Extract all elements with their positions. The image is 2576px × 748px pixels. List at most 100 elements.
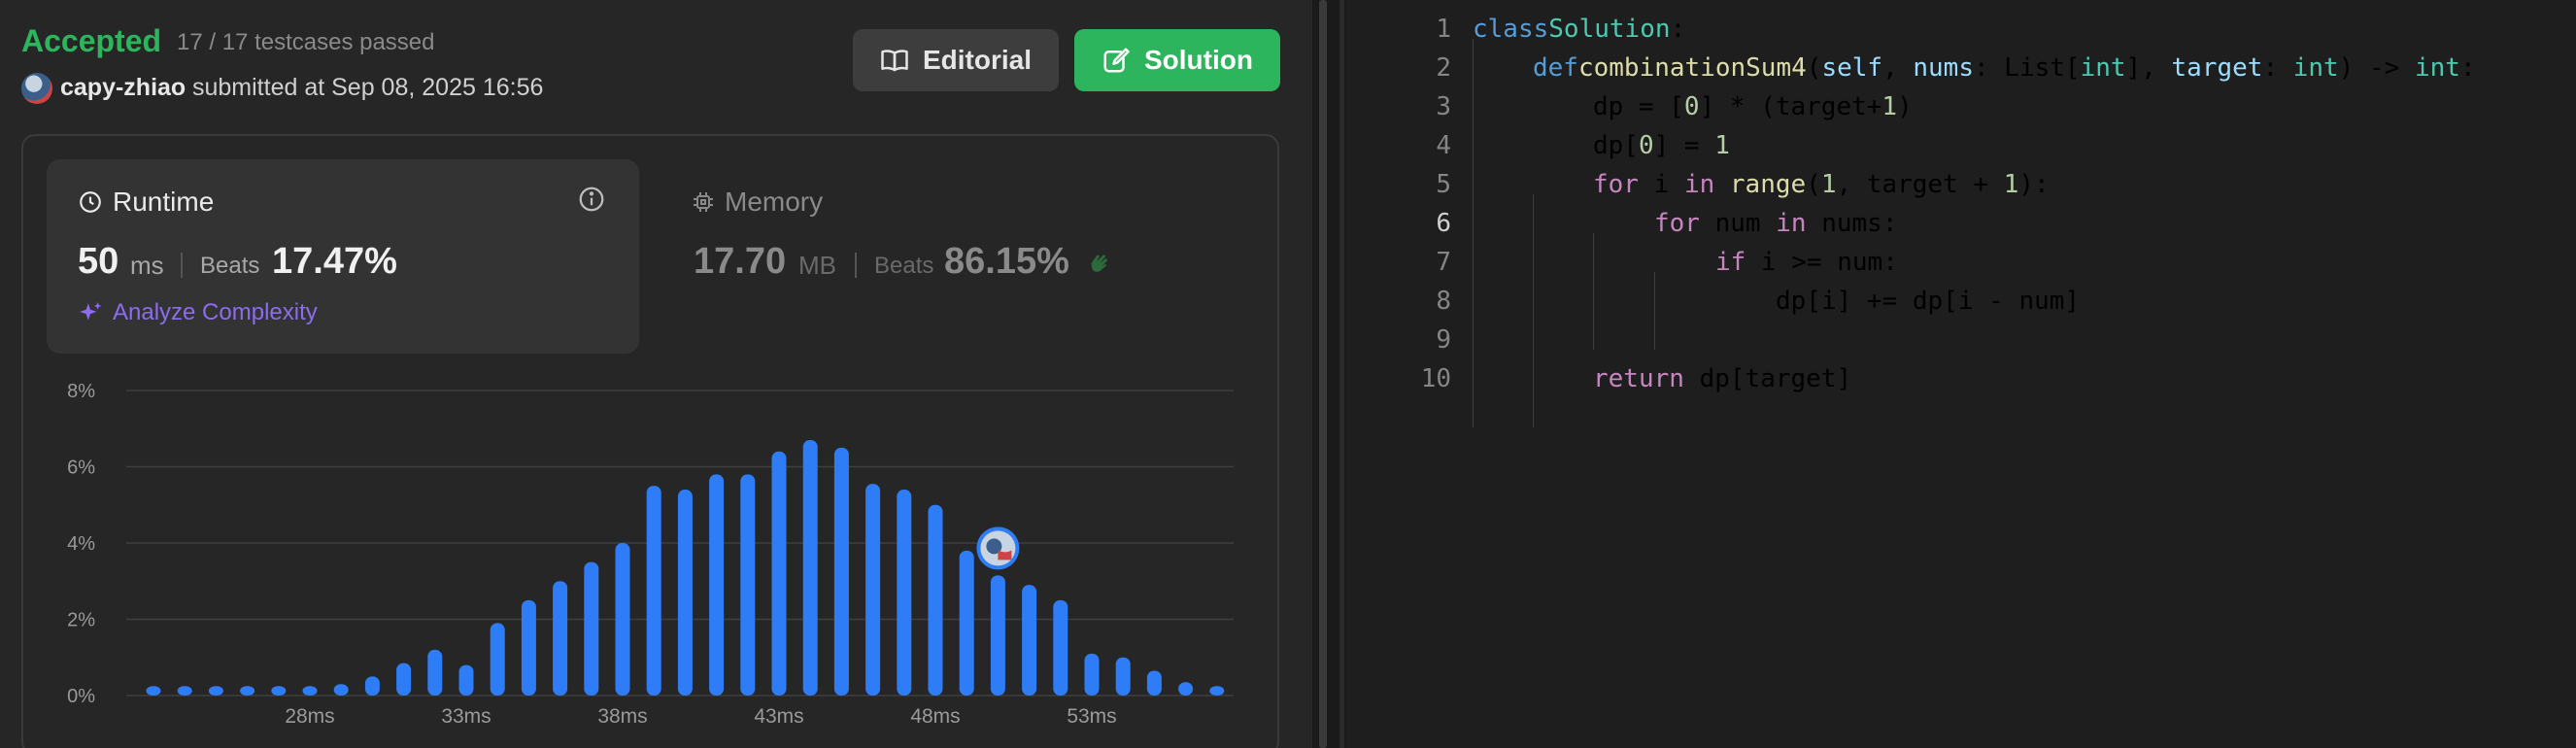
chip-icon xyxy=(694,192,713,212)
code-token: 1 xyxy=(2003,170,2019,199)
line-number-label: 9 xyxy=(1436,325,1451,355)
chart-bar xyxy=(615,543,630,696)
code-token: int xyxy=(2415,53,2460,83)
code-token: 1 xyxy=(1820,170,1837,199)
analyze-complexity-label: Analyze Complexity xyxy=(113,299,318,325)
code-token: dp = [ xyxy=(1593,92,1684,121)
chart-bar xyxy=(240,686,255,696)
status-accepted: Accepted xyxy=(21,23,162,58)
editorial-button[interactable]: Editorial xyxy=(853,29,1059,91)
memory-separator xyxy=(855,253,857,278)
chart-bar xyxy=(427,649,443,696)
solution-label: Solution xyxy=(1144,45,1253,75)
chart-bar xyxy=(802,440,818,696)
line-number: 2 xyxy=(1346,49,1451,87)
runtime-beats-label: Beats xyxy=(200,253,260,279)
indent-guide xyxy=(1593,233,1594,350)
code-line-4[interactable]: dp[0] = 1 xyxy=(1593,126,1730,165)
edit-icon xyxy=(1103,48,1130,73)
code-token: num xyxy=(1699,209,1777,238)
runtime-separator xyxy=(181,253,183,278)
code-token: ): xyxy=(2018,170,2050,199)
code-token: ) -> xyxy=(2338,53,2415,83)
code-token: Solution xyxy=(1548,15,1671,44)
code-token: dp[ xyxy=(1593,131,1639,160)
chart-bar xyxy=(771,451,787,696)
code-token: : xyxy=(1670,15,1686,44)
chart-bar xyxy=(458,664,474,696)
x-tick-label: 33ms xyxy=(441,705,491,728)
analyze-complexity-link[interactable]: Analyze Complexity xyxy=(78,299,318,326)
memory-beats-label: Beats xyxy=(874,253,934,279)
code-token: int xyxy=(2292,53,2339,83)
code-token: 0 xyxy=(1638,131,1654,160)
line-number-label: 1 xyxy=(1436,15,1451,44)
runtime-distribution-chart: 0% 2% 4% 6% 8% 28ms 33ms 38ms 43ms 48ms 53ms xyxy=(67,381,1234,728)
x-tick-label: 43ms xyxy=(754,705,803,728)
user-avatar[interactable] xyxy=(21,73,52,104)
line-number: 3 xyxy=(1346,87,1451,126)
memory-title-label: Memory xyxy=(725,187,824,217)
line-number: 8 xyxy=(1346,282,1451,321)
code-line-1[interactable]: class Solution: xyxy=(1473,10,1685,49)
resize-bar[interactable] xyxy=(1319,0,1327,748)
chart-bar xyxy=(146,686,161,696)
indent-guide xyxy=(1654,272,1655,350)
code-line-10[interactable]: return dp[target] xyxy=(1593,359,1851,398)
line-number-label: 6 xyxy=(1436,209,1451,238)
memory-title[interactable]: Memory xyxy=(692,187,823,218)
chart-bar xyxy=(521,599,536,696)
memory-beats-value: 86.15% xyxy=(944,241,1069,282)
code-line-3[interactable]: dp = [0] * (target+ 1) xyxy=(1593,87,1913,126)
memory-value: 17.70 xyxy=(694,241,787,282)
code-line-6[interactable]: for num in nums: xyxy=(1654,204,1897,243)
x-tick-label: 38ms xyxy=(597,705,647,728)
code-line-7[interactable]: if i >= num: xyxy=(1715,243,1898,282)
line-number: 10 xyxy=(1346,359,1451,398)
code-token: range xyxy=(1729,170,1807,199)
line-number: 1 xyxy=(1346,10,1451,49)
code-token: : xyxy=(2459,53,2476,83)
chart-bar xyxy=(1178,682,1194,696)
runtime-unit: ms xyxy=(130,251,164,280)
y-tick-label: 4% xyxy=(67,533,95,555)
code-line-8[interactable]: dp[i] += dp[i - num] xyxy=(1776,282,2080,321)
chart-bar xyxy=(709,474,725,696)
chart-bar xyxy=(646,486,661,696)
chart-bar xyxy=(364,676,380,696)
code-token: i >= num: xyxy=(1746,248,1898,277)
line-number: 4 xyxy=(1346,126,1451,165)
line-number: 7 xyxy=(1346,243,1451,282)
code-token: 1 xyxy=(1714,131,1730,160)
runtime-value: 50 xyxy=(78,241,119,282)
chart-bar xyxy=(928,504,943,696)
chart-bar xyxy=(1146,670,1162,696)
info-icon[interactable] xyxy=(577,185,606,214)
code-line-2[interactable]: def combinationSum4(self, nums: List[int… xyxy=(1533,49,2476,87)
code-token: nums xyxy=(1913,53,1974,83)
code-token: ] = xyxy=(1653,131,1715,160)
submitted-time: submitted at Sep 08, 2025 16:56 xyxy=(192,74,544,101)
y-tick-label: 8% xyxy=(67,381,95,402)
code-token: in xyxy=(1776,209,1807,238)
chart-bar xyxy=(553,581,568,696)
chart-bar xyxy=(1022,585,1037,696)
indent-guide xyxy=(1533,194,1534,427)
clock-icon xyxy=(80,191,101,213)
code-line-5[interactable]: for i in range(1, target + 1): xyxy=(1593,165,2050,204)
chart-bar xyxy=(302,686,318,696)
username-link[interactable]: capy-zhiao xyxy=(60,74,186,102)
code-token: ( xyxy=(1806,53,1822,83)
code-token: : xyxy=(2262,53,2293,83)
runtime-title: Runtime xyxy=(78,187,214,218)
panel-resize-handle[interactable] xyxy=(1312,0,1346,748)
code-editor[interactable]: 1 2 3 4 5 6 7 8 9 10 class Solution: def combinat… xyxy=(1346,0,2576,748)
submission-panel: Accepted 17 / 17 testcases passed capy-z… xyxy=(0,0,1312,748)
editor-scrollbar-track[interactable] xyxy=(1339,0,1344,748)
x-tick-label: 28ms xyxy=(285,705,334,728)
runtime-beats-value: 17.47% xyxy=(272,241,397,282)
solution-button[interactable]: Solution xyxy=(1074,29,1280,91)
line-number: 5 xyxy=(1346,165,1451,204)
indent-guide xyxy=(1473,39,1474,427)
code-token: 1 xyxy=(1881,92,1898,121)
